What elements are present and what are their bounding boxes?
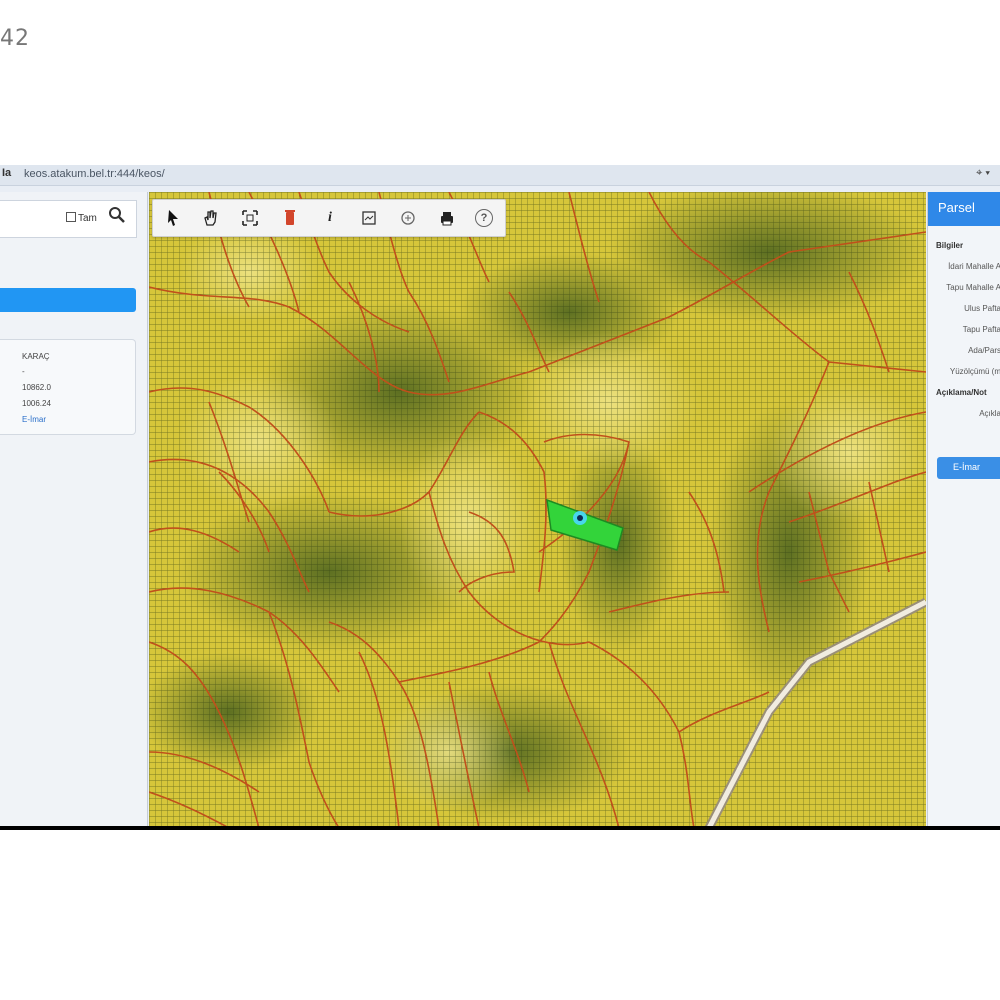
info-row-yuzolcumu: Yüzölçümü (m [949,367,1000,376]
result-line-1: KARAÇ [22,352,50,361]
layers-icon[interactable] [358,207,380,229]
info-row-ulus-pafta: Ulus Pafta [964,304,1000,313]
corner-number: 42 [0,26,30,51]
browser-address-bar[interactable]: Ia keos.atakum.bel.tr:444/keos/ ⌖ ▾ [0,165,1000,186]
panel-title: Parsel [938,200,975,215]
panel-header: Parsel [928,192,1000,226]
parcel-info-panel: Parsel Bilgiler İdari Mahalle A Tapu Mah… [927,192,1000,828]
location-pin-icon [573,511,587,525]
delete-icon[interactable] [279,207,301,229]
parcel-map[interactable] [149,192,926,828]
info-row-idari-mahalle: İdari Mahalle A [948,262,1000,271]
eimar-link[interactable]: E-İmar [22,415,46,424]
hand-icon[interactable] [199,207,221,229]
address-url[interactable]: keos.atakum.bel.tr:444/keos/ [24,168,165,180]
eimar-button-label: E-İmar [953,462,980,472]
aciklama-heading: Açıklama/Not [936,388,987,397]
search-box[interactable]: Tam [0,200,137,238]
info-row-ada-parsel: Ada/Pars [968,346,1000,355]
raster-grid [149,192,926,828]
tam-label: Tam [78,213,97,224]
print-icon[interactable] [436,207,458,229]
tam-checkbox[interactable]: Tam [66,212,97,224]
search-result-bar[interactable] [0,288,136,312]
info-icon[interactable]: i [319,207,341,229]
result-line-3: 10862.0 [22,383,51,392]
left-search-panel: Tam KARAÇ - 10862.0 1006.24 E-İmar [0,192,148,828]
extent-icon[interactable] [239,207,261,229]
map-toolbar: i ? [152,199,506,237]
location-icon[interactable]: ⌖ ▾ [976,167,990,180]
info-row-tapu-pafta: Tapu Pafta [962,325,1000,334]
parcel-result-card: KARAÇ - 10862.0 1006.24 E-İmar [0,339,136,435]
info-row-tapu-mahalle: Tapu Mahalle A [946,283,1000,292]
bottom-border [0,826,1000,830]
search-icon[interactable] [108,206,126,224]
pointer-icon[interactable] [162,207,184,229]
result-line-4: 1006.24 [22,399,51,408]
zoom-icon[interactable] [397,207,419,229]
help-icon[interactable]: ? [475,209,493,227]
checkbox-icon[interactable] [66,212,76,222]
result-line-2: - [22,367,25,376]
site-icon: Ia [2,167,12,179]
eimar-button[interactable]: E-İmar [937,457,1000,479]
aciklama-row: Açıkla [979,409,1000,418]
gis-app-window: Ia keos.atakum.bel.tr:444/keos/ ⌖ ▾ Tam … [0,165,1000,828]
bilgiler-heading: Bilgiler [936,241,964,250]
